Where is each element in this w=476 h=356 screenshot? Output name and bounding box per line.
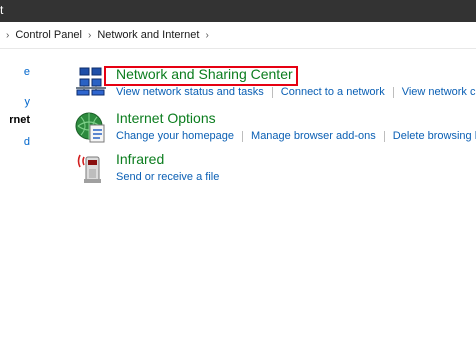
title-bar: t [0,0,476,22]
window-title: t [0,3,4,17]
sidebar-item-network-and-internet: rnet [9,114,30,126]
link-separator [271,86,273,98]
category-links: Send or receive a file [116,171,219,183]
link-send-or-receive-a-file[interactable]: Send or receive a file [116,171,219,183]
category-links: View network status and tasks Connect to… [116,86,476,98]
internet-options-icon[interactable] [74,110,110,146]
link-view-network-computers[interactable]: View network con [402,86,476,98]
breadcrumb: › Control Panel › Network and Internet › [0,22,215,48]
breadcrumb-control-panel[interactable]: Control Panel [15,29,82,41]
chevron-right-icon[interactable]: › [88,30,91,41]
sidebar-item-hardware-and-sound[interactable]: d [0,136,30,150]
link-separator [242,130,244,142]
category-infrared: Infrared Send or receive a file [74,147,476,187]
sidebar-item-system-and-security[interactable]: y [0,96,31,110]
chevron-right-icon[interactable]: › [6,30,9,41]
breadcrumb-network-and-internet[interactable]: Network and Internet [97,29,199,41]
link-connect-to-a-network[interactable]: Connect to a network [281,86,385,98]
sidebar: e y rnet d [0,48,60,356]
link-manage-browser-add-ons[interactable]: Manage browser add-ons [251,130,376,142]
link-change-your-homepage[interactable]: Change your homepage [116,130,234,142]
link-view-network-status-and-tasks[interactable]: View network status and tasks [116,86,264,98]
category-title[interactable]: Internet Options [116,110,216,126]
link-separator [392,86,394,98]
highlight-box [104,66,298,86]
link-separator [383,130,385,142]
category-title[interactable]: Infrared [116,151,164,167]
address-bar[interactable]: › Control Panel › Network and Internet › [0,22,476,49]
chevron-right-icon[interactable]: › [205,30,208,41]
sidebar-item-control-panel-home[interactable]: e [0,66,30,80]
link-delete-browsing-history[interactable]: Delete browsing hi [393,130,476,142]
category-internet-options: Internet Options Change your homepage Ma… [74,106,476,146]
category-links: Change your homepage Manage browser add-… [116,130,476,142]
infrared-icon[interactable] [74,151,110,187]
